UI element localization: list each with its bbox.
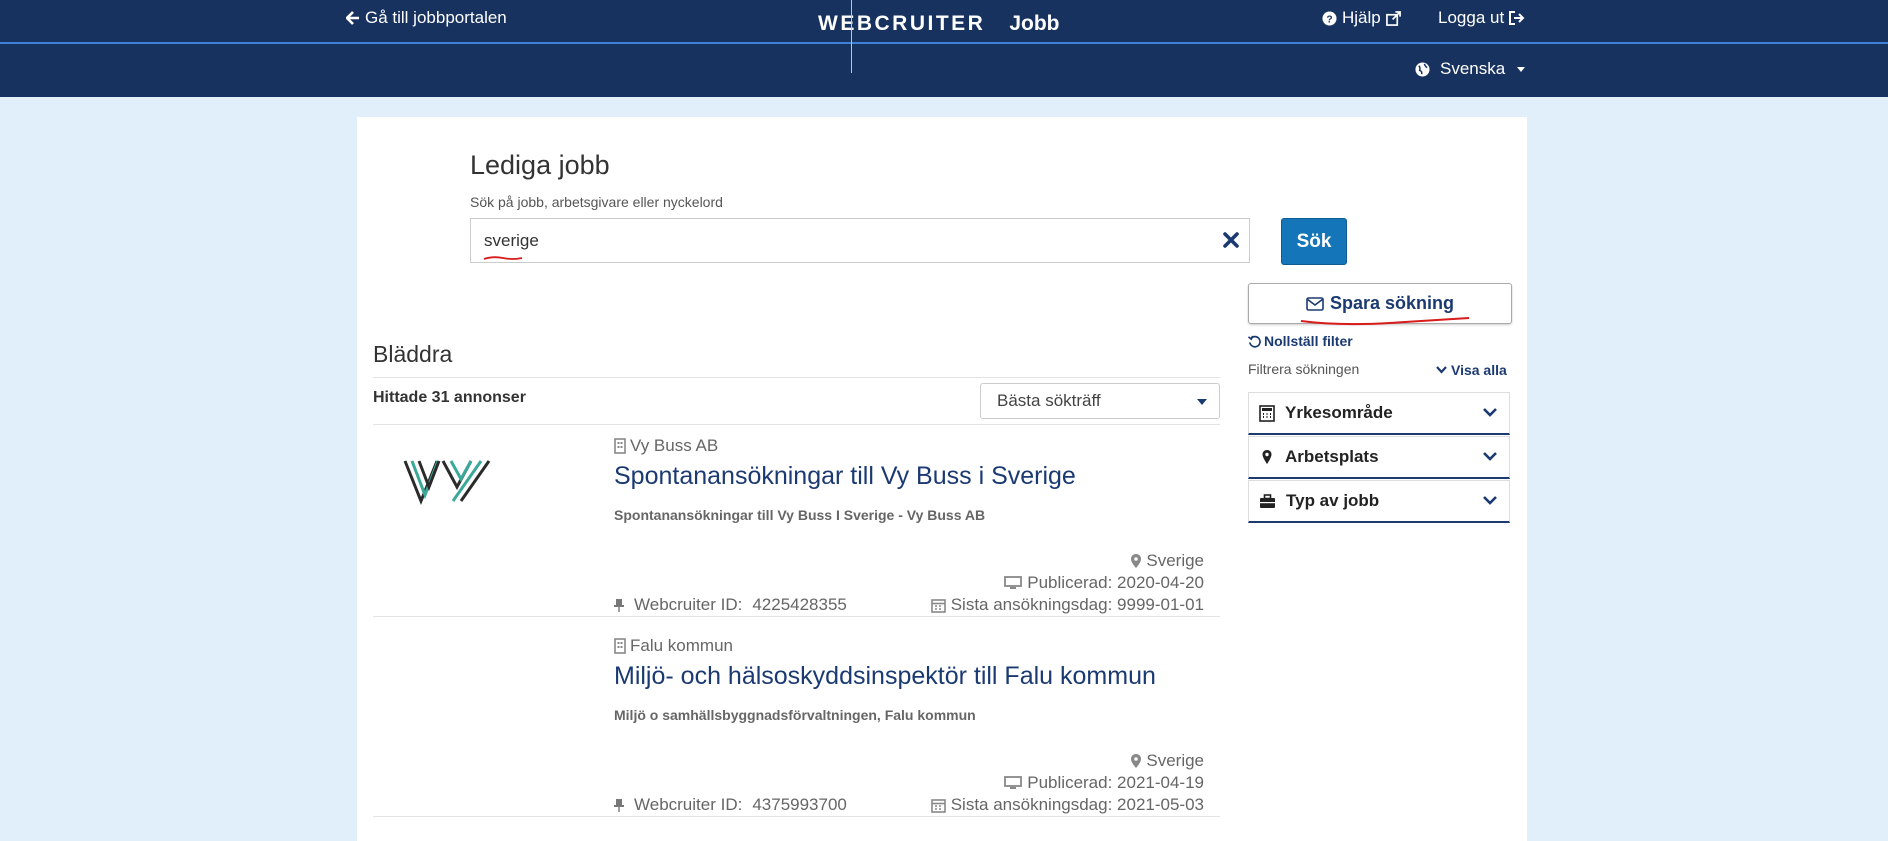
brand-sub: Jobb: [1009, 12, 1060, 35]
search-hint: Sök på jobb, arbetsgivare eller nyckelor…: [470, 194, 723, 210]
employer-label: Vy Buss AB: [630, 436, 719, 455]
divider: [373, 616, 1220, 617]
brand-name: WEBCRUITER: [818, 12, 986, 35]
employer-name: Vy Buss AB: [614, 436, 718, 456]
filter-typ-av-jobb[interactable]: Typ av jobb: [1248, 480, 1510, 523]
map-marker-icon: [1131, 754, 1142, 768]
language-selector[interactable]: Svenska: [1415, 59, 1526, 79]
caret-down-icon: [1517, 66, 1526, 72]
reset-filter-link[interactable]: Nollställ filter: [1248, 333, 1353, 349]
deadline-label: Sista ansökningsdag: 9999-01-01: [950, 595, 1204, 614]
logout-label: Logga ut: [1438, 8, 1505, 27]
job-title-link[interactable]: Miljö- och hälsoskyddsinspektör till Fal…: [614, 662, 1156, 691]
chevron-down-icon: [1436, 366, 1447, 374]
back-to-portal-label: Gå till jobbportalen: [365, 8, 507, 27]
employer-name: Falu kommun: [614, 636, 733, 656]
svg-text:?: ?: [1326, 14, 1332, 25]
search-input[interactable]: [471, 219, 1197, 262]
id-value: 4375993700: [752, 795, 847, 814]
logout-link[interactable]: Logga ut: [1438, 8, 1525, 28]
show-all-label: Visa alla: [1451, 362, 1507, 378]
red-underline-annotation: [483, 256, 523, 260]
job-published: Publicerad: 2020-04-20: [1004, 573, 1204, 593]
show-all-link[interactable]: Visa alla: [1436, 362, 1507, 378]
job-published: Publicerad: 2021-04-19: [1004, 773, 1204, 793]
filter-label-typ-av-jobb: Typ av jobb: [1286, 491, 1380, 510]
job-deadline: Sista ansökningsdag: 2021-05-03: [930, 795, 1204, 815]
clear-search-icon[interactable]: [1222, 231, 1240, 249]
job-subtitle: Spontanansökningar till Vy Buss I Sverig…: [614, 507, 986, 523]
sort-select[interactable]: Bästa sökträff: [980, 383, 1220, 419]
external-link-icon: [1385, 10, 1401, 26]
deadline-label: Sista ansökningsdag: 2021-05-03: [950, 795, 1204, 814]
filter-arbetsplats[interactable]: Arbetsplats: [1248, 436, 1510, 479]
pin-icon: [614, 599, 624, 612]
building-icon: [614, 638, 626, 654]
calendar-icon: [930, 798, 946, 813]
search-button[interactable]: Sök: [1281, 218, 1347, 265]
reset-filter-label: Nollställ filter: [1264, 333, 1353, 349]
job-list-item: Falu kommun Miljö- och hälsoskyddsinspek…: [373, 625, 1220, 825]
id-value: 4225428355: [752, 595, 847, 614]
brand-logo: WEBCRUITER Jobb: [818, 0, 1060, 73]
briefcase-icon: [1260, 493, 1275, 508]
envelope-icon: [1306, 296, 1324, 311]
results-count: Hittade 31 annonser: [373, 389, 526, 406]
divider: [373, 377, 1220, 378]
published-label: Publicerad: 2020-04-20: [1027, 573, 1204, 592]
job-location: Sverige: [1131, 751, 1204, 771]
job-deadline: Sista ansökningsdag: 9999-01-01: [930, 595, 1204, 615]
job-list-item: Vy Buss AB Spontanansökningar till Vy Bu…: [373, 425, 1220, 625]
browse-heading: Bläddra: [373, 341, 453, 367]
pin-icon: [614, 799, 624, 812]
building-icon: [614, 438, 626, 454]
desktop-icon: [1004, 776, 1023, 789]
location-label: Sverige: [1146, 751, 1204, 770]
chevron-down-icon: [1483, 452, 1497, 461]
location-label: Sverige: [1146, 551, 1204, 570]
filter-yrkesomrade[interactable]: Yrkesområde: [1248, 392, 1510, 435]
webcruiter-id: Webcruiter ID: 4375993700: [614, 795, 847, 815]
caret-down-icon: [1197, 399, 1207, 405]
calculator-icon: [1259, 404, 1275, 422]
id-label: Webcruiter ID:: [634, 795, 743, 814]
chevron-down-icon: [1483, 496, 1497, 505]
page-title: Lediga jobb: [470, 150, 610, 180]
back-to-portal-link[interactable]: Gå till jobbportalen: [346, 8, 507, 28]
search-field-container: [470, 218, 1250, 263]
globe-icon: [1415, 61, 1430, 77]
filter-label-arbetsplats: Arbetsplats: [1285, 447, 1379, 466]
job-location: Sverige: [1131, 551, 1204, 571]
calendar-icon: [930, 598, 946, 613]
filter-label: Filtrera sökningen: [1248, 361, 1360, 377]
red-underline-annotation: [1300, 317, 1470, 326]
filter-label-yrkesomrade: Yrkesområde: [1285, 403, 1393, 422]
language-label: Svenska: [1440, 59, 1506, 78]
chevron-down-icon: [1483, 408, 1497, 417]
main-panel: Lediga jobb Sök på jobb, arbetsgivare el…: [357, 117, 1527, 841]
sign-out-icon: [1509, 11, 1525, 25]
save-search-label: Spara sökning: [1329, 293, 1455, 313]
map-marker-icon: [1262, 449, 1272, 464]
employer-label: Falu kommun: [630, 636, 733, 655]
sort-selected-value: Bästa sökträff: [997, 391, 1101, 410]
help-label: Hjälp: [1342, 8, 1381, 27]
published-label: Publicerad: 2021-04-19: [1027, 773, 1204, 792]
undo-icon: [1248, 335, 1261, 348]
filter-accordion: Yrkesområde Arbetsplats Typ av jobb: [1248, 391, 1510, 523]
top-navbar: Gå till jobbportalen WEBCRUITER Jobb ? H…: [0, 0, 1888, 97]
help-link[interactable]: ? Hjälp: [1322, 8, 1401, 28]
question-circle-icon: ?: [1322, 10, 1337, 26]
webcruiter-id: Webcruiter ID: 4225428355: [614, 595, 847, 615]
vy-logo: [403, 460, 491, 505]
map-marker-icon: [1131, 554, 1142, 568]
divider: [373, 816, 1220, 817]
brand-divider: [851, 0, 852, 73]
job-title-link[interactable]: Spontanansökningar till Vy Buss i Sverig…: [614, 462, 1076, 491]
navbar-divider: [0, 42, 1888, 44]
desktop-icon: [1004, 576, 1023, 589]
job-subtitle: Miljö o samhällsbyggnadsförvaltningen, F…: [614, 707, 976, 723]
id-label: Webcruiter ID:: [634, 595, 743, 614]
arrow-left-icon: [346, 11, 359, 25]
